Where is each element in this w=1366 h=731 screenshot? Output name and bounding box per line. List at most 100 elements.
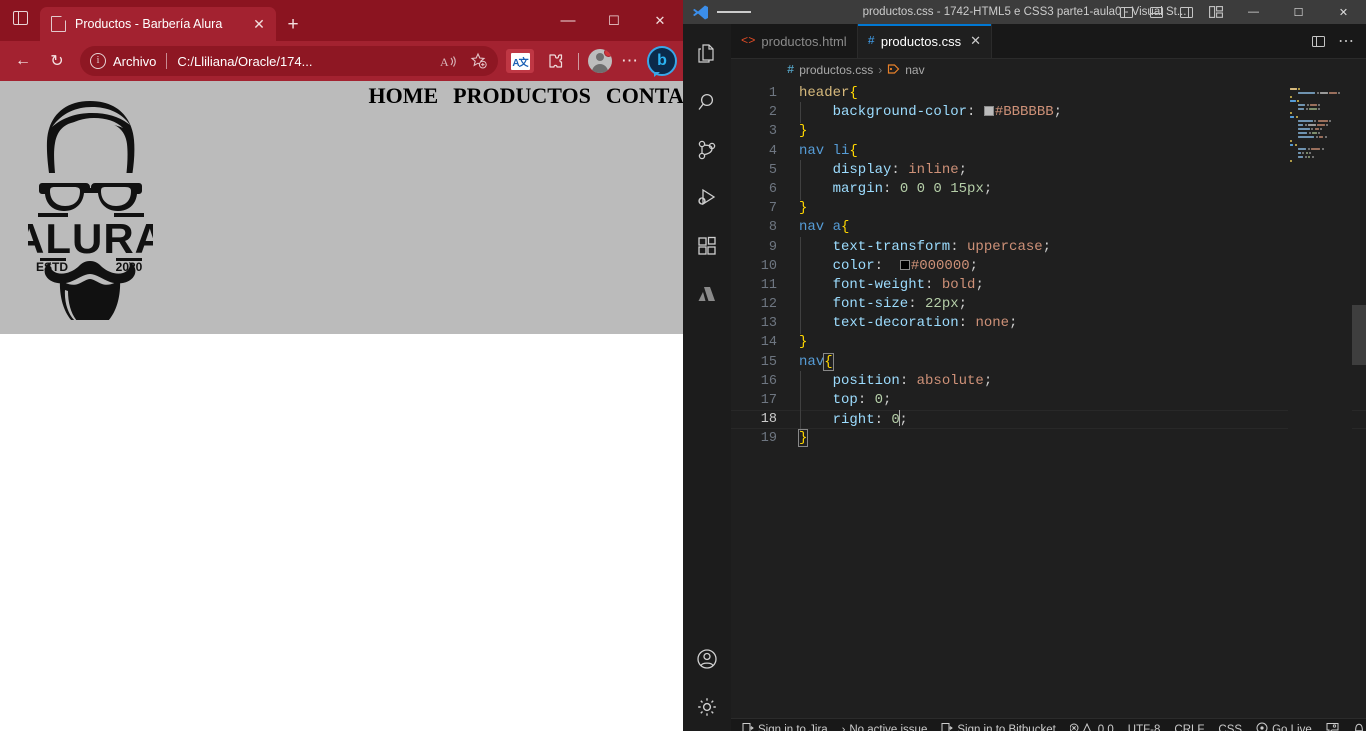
line-text: }	[799, 122, 1366, 141]
back-button[interactable]: ←	[6, 46, 40, 76]
editor-scrollbar[interactable]	[1352, 81, 1366, 731]
application-menu-button[interactable]	[717, 9, 751, 14]
code-line[interactable]: 10 color: #000000;	[731, 255, 1366, 278]
run-and-debug-icon[interactable]	[683, 174, 731, 222]
code-line[interactable]: 17 top: 0;	[731, 389, 1366, 412]
nav-link-contacto[interactable]: CONTACTO	[606, 83, 683, 109]
close-tab-button[interactable]: ✕	[248, 13, 270, 35]
minimap-block	[1321, 148, 1324, 150]
explorer-icon[interactable]	[683, 30, 731, 78]
extensions-puzzle-icon[interactable]	[538, 46, 572, 76]
code-line[interactable]: 11 font-weight: bold;	[731, 274, 1366, 297]
code-line[interactable]: 13 text-decoration: none;	[731, 313, 1366, 335]
line-number: 4	[768, 143, 777, 159]
problems-status[interactable]: 0 0	[1063, 722, 1121, 731]
code-line[interactable]: 7}	[731, 199, 1366, 218]
code-line[interactable]: 15 nav{	[731, 352, 1366, 372]
browser-maximize-button[interactable]: ☐	[591, 0, 637, 41]
extensions-icon[interactable]	[683, 222, 731, 270]
address-bar[interactable]: i Archivo C:/Lliliana/Oracle/174... A	[80, 46, 498, 76]
scrollbar-thumb[interactable]	[1352, 305, 1366, 365]
feedback-status[interactable]	[1319, 722, 1346, 731]
code-line[interactable]: 9 text-transform: uppercase;	[731, 236, 1366, 258]
color-swatch[interactable]	[899, 259, 910, 270]
line-number: 8	[768, 220, 777, 236]
go-live-status[interactable]: Go Live	[1249, 722, 1319, 731]
tab-productos-css[interactable]: # productos.css ✕	[857, 24, 992, 58]
tab-productos-html[interactable]: <> productos.html	[731, 24, 858, 58]
breadcrumb-file[interactable]: productos.css	[799, 63, 873, 77]
refresh-button[interactable]: ↻	[40, 46, 74, 76]
add-favorite-icon[interactable]	[464, 52, 494, 70]
color-swatch[interactable]	[983, 106, 994, 117]
token-punct: ;	[958, 161, 968, 178]
toggle-secondary-sidebar-button[interactable]	[1171, 0, 1201, 24]
code-line[interactable]: 8 nav a{	[731, 218, 1366, 237]
bitbucket-status[interactable]: Sign in to Bitbucket	[934, 722, 1062, 731]
toggle-primary-sidebar-button[interactable]	[1111, 0, 1141, 24]
breadcrumb-separator: ›	[878, 63, 883, 77]
encoding-status[interactable]: UTF-8	[1121, 724, 1168, 731]
token-brace: {	[841, 219, 850, 236]
avatar-body	[592, 64, 608, 73]
translate-button[interactable]: A文	[506, 49, 534, 73]
copilot-bing-button[interactable]: b	[647, 46, 677, 77]
manage-settings-gear-icon[interactable]	[683, 683, 731, 731]
nav-link-home[interactable]: HOME	[369, 83, 439, 109]
token-punct: ;	[958, 296, 968, 313]
line-text: nav a{	[799, 218, 1366, 237]
read-aloud-icon[interactable]: A	[434, 54, 464, 69]
site-info-icon[interactable]: i	[90, 53, 106, 69]
customize-layout-button[interactable]	[1201, 0, 1231, 24]
jira-status[interactable]: Sign in to Jira	[735, 722, 835, 731]
code-line[interactable]: 2 background-color: #BBBBBB;	[731, 102, 1366, 124]
browser-settings-button[interactable]: ⋯	[615, 52, 645, 69]
code-editor[interactable]: 1 header{2 background-color: #BBBBBB; 3} 4 n…	[731, 81, 1366, 731]
split-editor-right-icon[interactable]	[1304, 24, 1332, 59]
url-text[interactable]: C:/Lliliana/Oracle/174...	[177, 54, 434, 69]
close-tab-button[interactable]: ✕	[970, 33, 981, 49]
line-number: 10	[760, 258, 777, 274]
code-line[interactable]: 16 position: absolute;	[731, 370, 1366, 393]
site-logo[interactable]: ALURA ESTD 2020	[14, 95, 165, 331]
minimap[interactable]	[1288, 81, 1352, 731]
code-line[interactable]: 1 header{	[731, 84, 1366, 103]
line-text: font-weight: bold;	[799, 274, 1366, 297]
vscode-close-button[interactable]: ✕	[1321, 0, 1366, 24]
more-editor-actions-icon[interactable]: ⋯	[1332, 24, 1360, 59]
vscode-maximize-button[interactable]: ☐	[1276, 0, 1321, 24]
code-line[interactable]: 3}	[731, 122, 1366, 141]
code-line[interactable]: 6 margin: 0 0 0 15px;	[731, 178, 1366, 201]
toggle-panel-button[interactable]	[1141, 0, 1171, 24]
vscode-minimize-button[interactable]: —	[1231, 0, 1276, 24]
browser-tab[interactable]: Productos - Barbería Alura ✕	[40, 7, 276, 41]
code-line[interactable]: 18 right: 0;	[731, 410, 1366, 432]
source-control-icon[interactable]	[683, 126, 731, 174]
accounts-icon[interactable]	[683, 635, 731, 683]
feedback-icon	[1326, 722, 1339, 731]
atlassian-icon[interactable]	[683, 270, 731, 318]
active-issue-status[interactable]: › No active issue	[835, 724, 935, 731]
browser-close-button[interactable]: ✕	[637, 0, 683, 41]
nav-link-productos[interactable]: PRODUCTOS	[453, 83, 591, 109]
browser-minimize-button[interactable]: —	[545, 0, 591, 41]
language-mode-status[interactable]: CSS	[1211, 724, 1249, 731]
code-line[interactable]: 14}	[731, 333, 1366, 352]
minimap-block	[1318, 108, 1321, 110]
minimap-block	[1308, 132, 1311, 134]
code-line[interactable]: 5 display: inline;	[731, 159, 1366, 182]
search-icon[interactable]	[683, 78, 731, 126]
profile-avatar[interactable]	[588, 49, 612, 73]
code-line[interactable]: 12 font-size: 22px;	[731, 294, 1366, 316]
minimap-block	[1317, 124, 1325, 126]
code-line[interactable]: 4 nav li{	[731, 142, 1366, 161]
line-text: text-decoration: none;	[799, 313, 1366, 335]
jira-status-label: Sign in to Jira	[758, 723, 828, 731]
breadcrumb-symbol[interactable]: nav	[905, 63, 924, 77]
notifications-status[interactable]	[1346, 722, 1366, 731]
code-line[interactable]: 19}	[731, 429, 1366, 448]
eol-status[interactable]: CRLF	[1167, 724, 1211, 731]
browser-essentials-button[interactable]	[0, 0, 40, 41]
new-tab-button[interactable]: +	[276, 7, 310, 41]
line-text: background-color: #BBBBBB;	[799, 102, 1366, 124]
